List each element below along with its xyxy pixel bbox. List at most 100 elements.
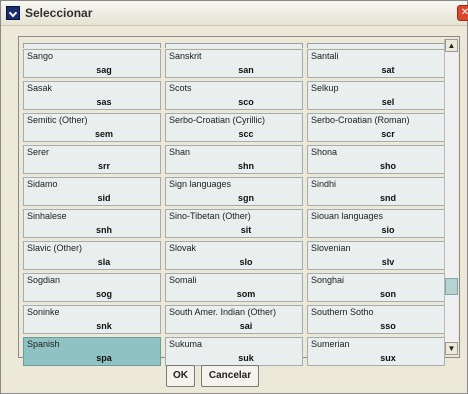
language-code: scc bbox=[238, 129, 254, 139]
language-cell[interactable]: Songhai son bbox=[307, 273, 445, 302]
language-code: sag bbox=[96, 65, 112, 75]
language-cell[interactable]: Serer srr bbox=[23, 145, 161, 174]
language-name: Shan bbox=[169, 147, 191, 157]
language-cell[interactable]: Sasak sas bbox=[23, 81, 161, 110]
cancel-button[interactable]: Cancelar bbox=[201, 365, 259, 387]
language-code: sit bbox=[240, 225, 252, 235]
language-cell[interactable]: Sino-Tibetan (Other) sit bbox=[165, 209, 303, 238]
language-code: sho bbox=[379, 161, 396, 171]
language-code: snk bbox=[96, 321, 112, 331]
language-cell[interactable]: Slovenian slv bbox=[307, 241, 445, 270]
app-icon bbox=[6, 6, 20, 20]
language-name: Sasak bbox=[27, 83, 53, 93]
language-cell[interactable]: Sango sag bbox=[23, 49, 161, 78]
language-code: sgn bbox=[237, 193, 254, 203]
language-cell[interactable]: Slavic (Other) sla bbox=[23, 241, 161, 270]
language-code: sel bbox=[381, 97, 395, 107]
language-name: Sumerian bbox=[311, 339, 350, 349]
column-header bbox=[307, 43, 445, 48]
language-cell[interactable]: Scots sco bbox=[165, 81, 303, 110]
language-code: sog bbox=[95, 289, 112, 299]
language-cell[interactable]: Soninke snk bbox=[23, 305, 161, 334]
language-code: sat bbox=[381, 65, 395, 75]
language-name: Serbo-Croatian (Roman) bbox=[311, 115, 410, 125]
language-cell[interactable]: Sinhalese snh bbox=[23, 209, 161, 238]
language-name: Slovenian bbox=[311, 243, 351, 253]
language-code: sai bbox=[239, 321, 253, 331]
scroll-thumb[interactable] bbox=[445, 278, 458, 295]
language-name: Shona bbox=[311, 147, 338, 157]
language-cell[interactable]: Siouan languages sio bbox=[307, 209, 445, 238]
language-name: Scots bbox=[169, 83, 192, 93]
language-code: sla bbox=[97, 257, 111, 267]
language-name: Serbo-Croatian (Cyrillic) bbox=[169, 115, 266, 125]
language-code: sco bbox=[238, 97, 254, 107]
language-name: Santali bbox=[311, 51, 339, 61]
language-cell[interactable]: Santali sat bbox=[307, 49, 445, 78]
language-name: Sogdian bbox=[27, 275, 61, 285]
language-cell[interactable]: Shona sho bbox=[307, 145, 445, 174]
language-cell[interactable]: Sumerian sux bbox=[307, 337, 445, 366]
language-name: Sino-Tibetan (Other) bbox=[169, 211, 251, 221]
language-code: sem bbox=[94, 129, 113, 139]
language-cell[interactable]: Sogdian sog bbox=[23, 273, 161, 302]
language-cell[interactable]: Shan shn bbox=[165, 145, 303, 174]
language-name: Serer bbox=[27, 147, 50, 157]
language-code: sid bbox=[97, 193, 111, 203]
language-name: Southern Sotho bbox=[311, 307, 374, 317]
language-name: Sign languages bbox=[169, 179, 232, 189]
language-name: Sidamo bbox=[27, 179, 58, 189]
language-cell[interactable]: Semitic (Other) sem bbox=[23, 113, 161, 142]
vertical-scrollbar[interactable]: ▲ ▼ bbox=[444, 39, 458, 355]
window-title: Seleccionar bbox=[25, 6, 93, 20]
select-dialog: Seleccionar ✕ Sango sag Sanskrit san Santali… bbox=[0, 0, 468, 394]
language-cell[interactable]: Sidamo sid bbox=[23, 177, 161, 206]
language-name: Somali bbox=[169, 275, 197, 285]
language-name: Soninke bbox=[27, 307, 60, 317]
language-code: suk bbox=[238, 353, 254, 363]
language-name: Sanskrit bbox=[169, 51, 202, 61]
language-cell[interactable]: Sanskrit san bbox=[165, 49, 303, 78]
language-name: South Amer. Indian (Other) bbox=[169, 307, 277, 317]
title-bar[interactable]: Seleccionar ✕ bbox=[1, 1, 468, 26]
language-cell[interactable]: Slovak slo bbox=[165, 241, 303, 270]
language-code: sas bbox=[96, 97, 112, 107]
language-code: sso bbox=[380, 321, 396, 331]
language-name: Slavic (Other) bbox=[27, 243, 83, 253]
language-code: srr bbox=[97, 161, 110, 171]
language-cell[interactable]: Serbo-Croatian (Roman) scr bbox=[307, 113, 445, 142]
language-cell[interactable]: Spanish spa bbox=[23, 337, 161, 366]
language-name: Spanish bbox=[27, 339, 60, 349]
language-code: slo bbox=[239, 257, 253, 267]
column-header bbox=[165, 43, 303, 48]
language-cell[interactable]: Sindhi snd bbox=[307, 177, 445, 206]
column-header bbox=[23, 43, 161, 48]
language-code: sux bbox=[380, 353, 396, 363]
language-code: som bbox=[236, 289, 256, 299]
language-name: Selkup bbox=[311, 83, 339, 93]
language-code: san bbox=[238, 65, 254, 75]
scroll-up-arrow-icon[interactable]: ▲ bbox=[445, 39, 458, 52]
language-name: Sinhalese bbox=[27, 211, 67, 221]
language-code: snh bbox=[95, 225, 112, 235]
language-code: spa bbox=[96, 353, 112, 363]
language-code: scr bbox=[381, 129, 395, 139]
language-name: Siouan languages bbox=[311, 211, 384, 221]
language-code: snd bbox=[379, 193, 396, 203]
scroll-down-arrow-icon[interactable]: ▼ bbox=[445, 342, 458, 355]
language-cell[interactable]: Sukuma suk bbox=[165, 337, 303, 366]
language-cell[interactable]: Southern Sotho sso bbox=[307, 305, 445, 334]
language-name: Slovak bbox=[169, 243, 197, 253]
language-name: Sindhi bbox=[311, 179, 337, 189]
language-name: Sango bbox=[27, 51, 54, 61]
language-cell[interactable]: South Amer. Indian (Other) sai bbox=[165, 305, 303, 334]
ok-button[interactable]: OK bbox=[166, 365, 195, 387]
language-cell[interactable]: Somali som bbox=[165, 273, 303, 302]
language-name: Sukuma bbox=[169, 339, 203, 349]
close-button[interactable]: ✕ bbox=[457, 5, 468, 21]
language-cell[interactable]: Selkup sel bbox=[307, 81, 445, 110]
language-cell[interactable]: Serbo-Croatian (Cyrillic) scc bbox=[165, 113, 303, 142]
language-code: slv bbox=[381, 257, 395, 267]
language-name: Songhai bbox=[311, 275, 345, 285]
language-cell[interactable]: Sign languages sgn bbox=[165, 177, 303, 206]
